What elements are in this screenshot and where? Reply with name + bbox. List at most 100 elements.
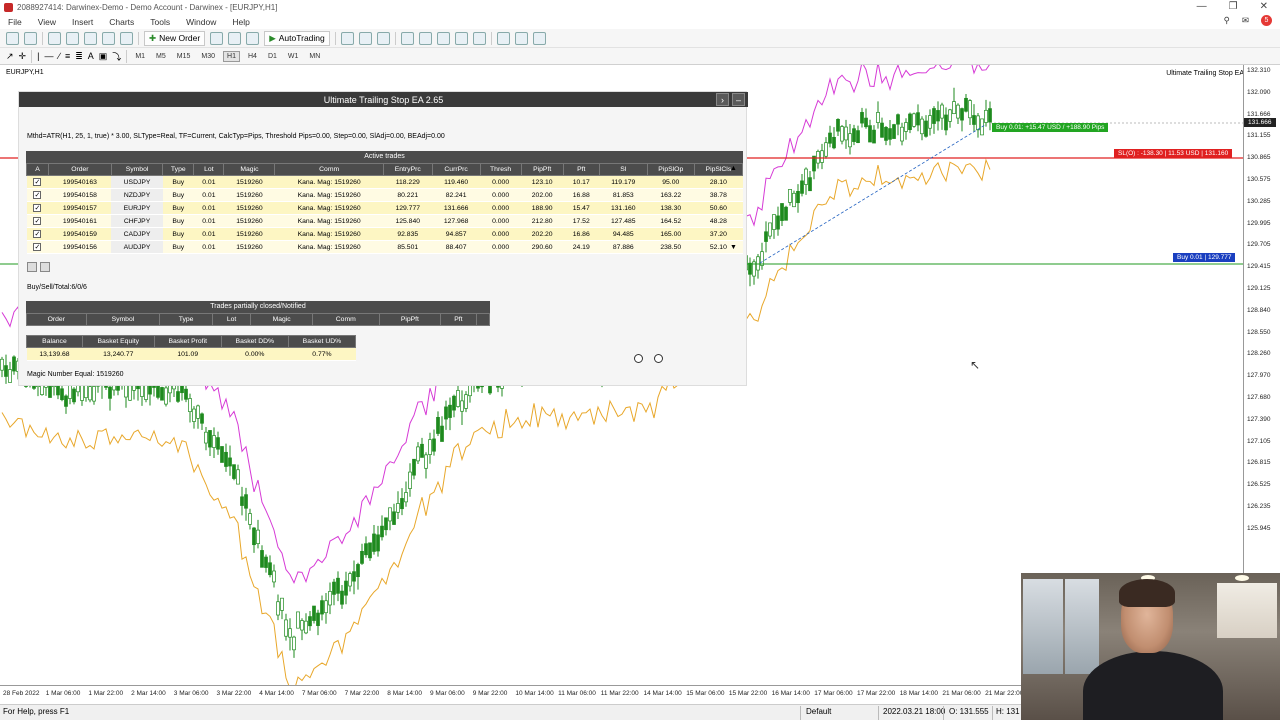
fibonacci-icon[interactable]: ≣ [75,51,83,62]
trade-checkbox[interactable]: ✓ [33,243,42,251]
trade-checkbox-cell[interactable]: ✓ [26,201,49,215]
timeframe-w1[interactable]: W1 [285,52,302,61]
column-header[interactable]: Magic [223,163,276,176]
navigator-icon[interactable] [84,31,97,45]
column-header[interactable]: Comm [274,163,384,176]
menu-charts[interactable]: Charts [101,17,142,27]
column-header[interactable]: Pft [562,163,600,176]
tile-windows-icon[interactable] [436,31,450,45]
trade-checkbox-cell[interactable]: ✓ [26,214,49,228]
trade-checkbox[interactable]: ✓ [33,217,42,225]
search-icon[interactable]: ⚲ [1224,15,1230,26]
column-header[interactable]: PipPft [520,163,564,176]
column-header[interactable]: Comm [311,313,380,326]
restore-icon[interactable]: ❐ [1229,1,1238,12]
trade-checkbox[interactable]: ✓ [33,191,42,199]
menu-help[interactable]: Help [224,17,257,27]
menu-window[interactable]: Window [178,17,224,27]
expand-icon[interactable]: › [716,93,729,106]
timeframe-m1[interactable]: M1 [132,52,148,61]
column-header[interactable]: PipSlOp [646,163,695,176]
column-header[interactable]: Lot [211,313,252,326]
column-header[interactable]: EntryPrc [382,163,433,176]
column-header[interactable]: Lot [193,163,225,176]
scroll-down-icon[interactable]: ▼ [730,244,737,251]
column-header[interactable]: Order [26,313,87,326]
candle-body [864,117,868,128]
column-header[interactable]: Type [159,313,213,326]
select-all-icon[interactable] [27,262,37,272]
trade-checkbox[interactable]: ✓ [33,230,42,238]
terminal-icon[interactable] [102,31,115,45]
column-header[interactable]: Magic [250,313,313,326]
ea-panel-header[interactable]: Ultimate Trailing Stop EA 2.65 [19,92,748,107]
periods-icon[interactable] [514,31,528,45]
minimize-panel-icon[interactable]: – [732,93,745,106]
line-chart-icon[interactable] [376,31,390,45]
signals-icon[interactable] [228,31,242,45]
autotrading-button[interactable]: ▶ AutoTrading [264,30,330,46]
timeframe-m30[interactable]: M30 [198,52,218,61]
menu-file[interactable]: File [0,17,30,27]
timeframe-h1[interactable]: H1 [223,50,240,62]
deselect-all-icon[interactable] [40,262,50,272]
chat-icon[interactable]: ✉ [1242,15,1249,26]
candlestick-icon[interactable] [358,31,372,45]
zoom-in-icon[interactable] [400,31,414,45]
timeframe-h4[interactable]: H4 [245,52,260,61]
timeframe-m15[interactable]: M15 [174,52,194,61]
zoom-out-icon[interactable] [418,31,432,45]
column-header[interactable]: PipPft [378,313,442,326]
timeframe-mn[interactable]: MN [306,52,323,61]
channel-icon[interactable]: ≡ [65,51,70,61]
scroll-up-icon[interactable]: ▲ [730,165,737,172]
market-icon[interactable] [246,31,260,45]
trade-checkbox-cell[interactable]: ✓ [26,240,49,254]
close-icon[interactable]: ✕ [1260,1,1268,12]
candle-body [108,386,112,399]
notification-badge[interactable]: 5 [1261,15,1272,26]
trade-checkbox-cell[interactable]: ✓ [26,227,49,241]
timeframe-d1[interactable]: D1 [265,52,280,61]
menu-tools[interactable]: Tools [142,17,178,27]
column-header[interactable]: Symbol [85,313,161,326]
column-header[interactable]: A [26,163,49,176]
menu-insert[interactable]: Insert [64,17,101,27]
column-header[interactable]: Pft [440,313,477,326]
label-tool-icon[interactable]: ▣ [99,51,108,62]
timeframe-m5[interactable]: M5 [153,52,169,61]
minimize-icon[interactable]: — [1197,1,1207,12]
auto-scroll-icon[interactable] [454,31,468,45]
text-tool-icon[interactable]: A [88,51,94,61]
bar-chart-icon[interactable] [340,31,354,45]
menu-view[interactable]: View [30,17,64,27]
column-header[interactable]: Type [162,163,195,176]
column-header[interactable]: Thresh [479,163,522,176]
chart-shift-icon[interactable] [472,31,486,45]
horizontal-line-icon[interactable]: — [44,51,53,61]
column-header[interactable]: Order [47,163,112,176]
trade-checkbox[interactable]: ✓ [33,178,42,186]
data-window-icon[interactable] [66,31,79,45]
templates-icon[interactable] [532,31,546,45]
strategy-tester-icon[interactable] [120,31,133,45]
cursor-icon[interactable]: ↗ [6,51,14,62]
profiles-icon[interactable] [24,31,37,45]
market-watch-icon[interactable] [48,31,61,45]
column-header[interactable]: CurrPrc [431,163,481,176]
metaeditor-icon[interactable] [210,31,224,45]
crosshair-icon[interactable]: ✛ [19,51,27,62]
column-header[interactable]: Sl [598,163,648,176]
trade-checkbox-cell[interactable]: ✓ [26,175,49,189]
new-chart-icon[interactable] [6,31,19,45]
status-datetime: 2022.03.21 18:00 [883,707,946,716]
arrows-icon[interactable]: ⤵ [112,50,121,63]
column-header[interactable]: Symbol [110,163,164,176]
indicators-icon[interactable] [496,31,510,45]
vertical-line-icon[interactable]: | [37,51,39,61]
new-order-button[interactable]: ✚ New Order [144,30,206,46]
candle-body [340,590,344,605]
trade-checkbox[interactable]: ✓ [33,204,42,212]
trade-checkbox-cell[interactable]: ✓ [26,188,49,202]
trendline-icon[interactable]: ∕ [58,51,60,61]
